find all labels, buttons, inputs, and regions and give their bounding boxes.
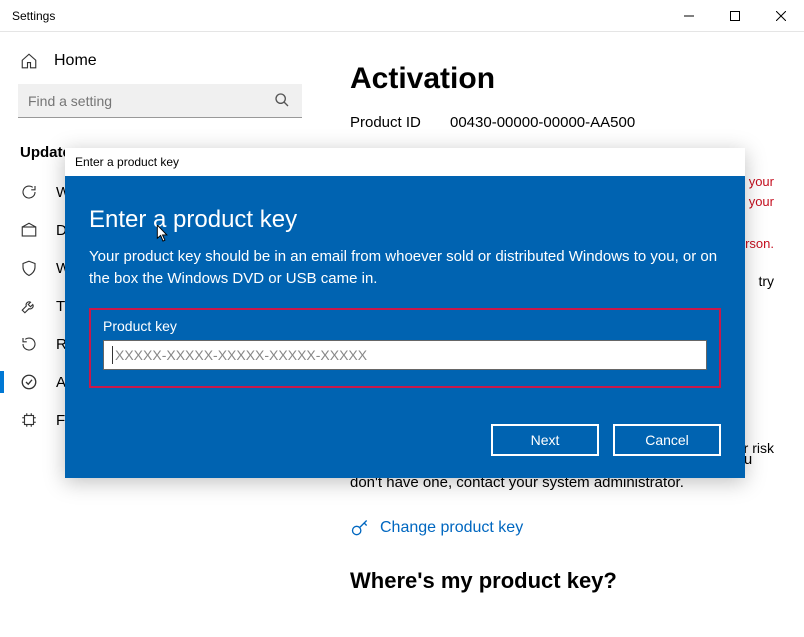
warning-text-fragment-2: your xyxy=(749,192,774,212)
warning-text-fragment-1: your xyxy=(749,172,774,192)
dialog-titlebar: Enter a product key xyxy=(65,148,745,176)
wrench-icon xyxy=(20,297,38,315)
cancel-label: Cancel xyxy=(645,432,689,448)
window-titlebar: Settings xyxy=(0,0,804,32)
developer-icon xyxy=(20,411,38,429)
dialog-description: Your product key should be in an email f… xyxy=(89,246,721,290)
product-id-value: 00430-00000-00000-AA500 xyxy=(450,114,635,131)
next-button[interactable]: Next xyxy=(491,424,599,456)
product-id-row: Product ID 00430-00000-00000-AA500 xyxy=(350,114,774,131)
minimize-button[interactable] xyxy=(666,0,712,32)
change-key-label: Change product key xyxy=(380,519,523,537)
page-title: Activation xyxy=(350,62,774,96)
maximize-button[interactable] xyxy=(712,0,758,32)
search-input[interactable] xyxy=(18,84,302,118)
window-controls xyxy=(666,0,804,32)
product-key-field-group: Product key XXXXX-XXXXX-XXXXX-XXXXX-XXXX… xyxy=(89,308,721,388)
sub-heading: Where's my product key? xyxy=(350,568,774,594)
product-key-input[interactable]: XXXXX-XXXXX-XXXXX-XXXXX-XXXXX xyxy=(103,340,707,370)
dialog-body: Enter a product key Your product key sho… xyxy=(65,176,745,478)
text-caret xyxy=(112,346,113,364)
search-icon xyxy=(274,92,290,108)
product-id-label: Product ID xyxy=(350,114,450,131)
sidebar-home[interactable]: Home xyxy=(0,42,320,84)
text-fragment-risk: r risk xyxy=(744,440,774,456)
cancel-button[interactable]: Cancel xyxy=(613,424,721,456)
next-label: Next xyxy=(531,432,560,448)
sidebar-home-label: Home xyxy=(54,52,97,70)
product-key-label: Product key xyxy=(103,318,707,334)
shield-icon xyxy=(20,259,38,277)
dialog-actions: Next Cancel xyxy=(89,424,721,456)
dialog-heading: Enter a product key xyxy=(89,206,721,234)
window-title: Settings xyxy=(0,9,55,23)
dialog-title: Enter a product key xyxy=(75,155,179,169)
product-key-dialog: Enter a product key Enter a product key … xyxy=(65,148,745,478)
product-key-placeholder: XXXXX-XXXXX-XXXXX-XXXXX-XXXXX xyxy=(115,347,367,363)
delivery-icon xyxy=(20,221,38,239)
mouse-cursor xyxy=(156,225,170,243)
text-fragment-try: try xyxy=(758,273,774,289)
check-icon xyxy=(20,373,38,391)
change-product-key-link[interactable]: Change product key xyxy=(350,518,774,538)
close-button[interactable] xyxy=(758,0,804,32)
sync-icon xyxy=(20,183,38,201)
search-wrap xyxy=(0,84,320,136)
key-icon xyxy=(350,518,370,538)
home-icon xyxy=(20,52,38,70)
recovery-icon xyxy=(20,335,38,353)
